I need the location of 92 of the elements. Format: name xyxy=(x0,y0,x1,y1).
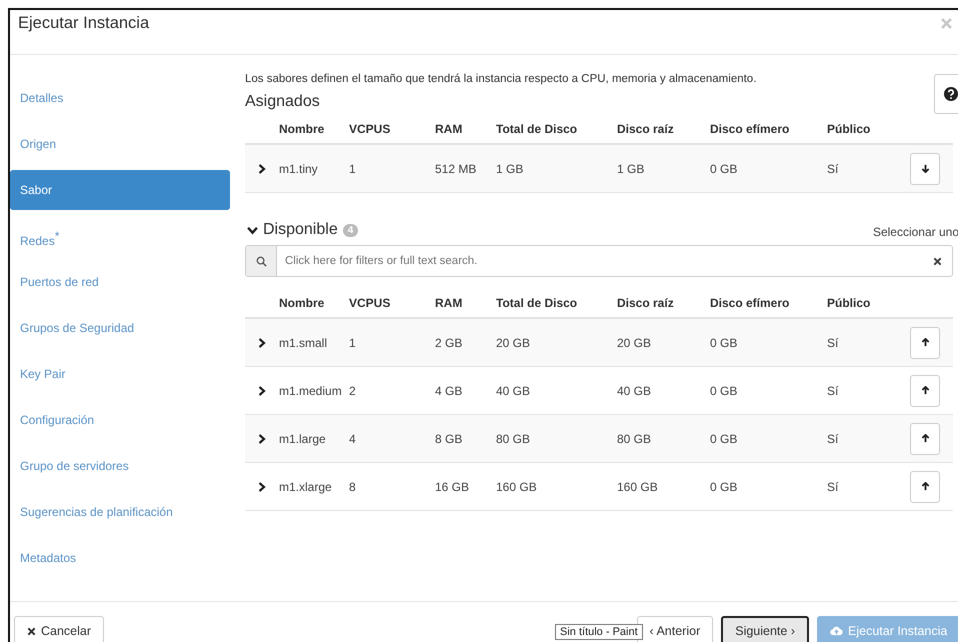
allocate-button[interactable] xyxy=(910,326,940,358)
arrow-up-icon xyxy=(920,386,930,395)
tooltip: Sin título - Paint xyxy=(555,624,643,640)
column-header: Público xyxy=(827,296,872,310)
table-cell-text: 4 GB xyxy=(435,384,464,398)
table-cell-text: 160 GB xyxy=(617,480,659,494)
table-cell-text: m1.tiny xyxy=(279,162,319,176)
search-icon xyxy=(256,256,266,266)
cloud-upload-icon xyxy=(830,626,843,636)
deallocate-button[interactable] xyxy=(910,152,940,184)
sidebar-item[interactable]: Metadatos xyxy=(10,538,230,578)
chevron-right-icon[interactable] xyxy=(258,386,266,396)
column-header: Público xyxy=(827,122,872,136)
table-cell-text: 1 GB xyxy=(496,162,524,176)
sidebar-item[interactable]: Grupos de Seguridad xyxy=(10,308,230,348)
next-button[interactable]: Siguiente › xyxy=(721,616,809,642)
arrow-up-icon xyxy=(920,338,930,347)
clear-icon[interactable] xyxy=(933,256,942,266)
table-cell-text: 1 xyxy=(349,336,357,350)
allocate-button[interactable] xyxy=(910,470,940,502)
table-cell-text: 512 MB xyxy=(435,162,478,176)
table-cell-text: m1.small xyxy=(279,336,328,350)
sidebar-item[interactable]: Configuración xyxy=(10,400,230,440)
table-cell-text: 4 xyxy=(349,432,357,446)
table-cell-text: Sí xyxy=(827,384,840,398)
table-cell-text: 0 GB xyxy=(710,432,738,446)
column-header: Disco efímero xyxy=(710,296,790,310)
table-cell-text: 20 GB xyxy=(496,336,532,350)
table-cell-text: 0 GB xyxy=(710,480,738,494)
help-icon xyxy=(944,86,958,102)
column-header: VCPUS xyxy=(349,122,392,136)
description-text: Los sabores definen el tamaño que tendrá la instancia respecto a CPU, memoria y almacenamiento. xyxy=(245,73,758,85)
sidebar-item[interactable]: Sabor xyxy=(10,170,230,210)
chevron-right-icon[interactable] xyxy=(258,482,266,492)
column-header: Disco raíz xyxy=(617,296,675,310)
table-cell-text: Sí xyxy=(827,432,840,446)
table-cell-text: 40 GB xyxy=(617,384,652,398)
column-header: Total de Disco xyxy=(496,296,578,310)
table-cell-text: 2 GB xyxy=(435,336,464,350)
table-cell-text: 1 GB xyxy=(617,162,646,176)
chevron-right-icon[interactable] xyxy=(258,338,266,348)
column-header: Disco efímero xyxy=(710,122,790,136)
help-button[interactable] xyxy=(934,74,958,114)
allocate-button[interactable] xyxy=(910,422,940,454)
sidebar-item[interactable]: Sugerencias de planificación xyxy=(10,492,230,532)
arrow-up-icon xyxy=(920,482,930,491)
table-cell-text: Sí xyxy=(827,480,840,494)
sidebar-item[interactable]: Grupo de servidores xyxy=(10,446,230,486)
table-cell-text: m1.xlarge xyxy=(279,480,333,494)
table-cell-text: 2 xyxy=(349,384,357,398)
table-cell-text: 16 GB xyxy=(435,480,470,494)
table-cell-text: 160 GB xyxy=(496,480,538,494)
table-cell-text: 0 GB xyxy=(710,162,738,176)
column-header: Disco raíz xyxy=(617,122,675,136)
arrow-down-icon xyxy=(920,164,930,173)
table-cell-text: 8 xyxy=(349,480,357,494)
table-cell-text: 80 GB xyxy=(496,432,532,446)
table-cell-text: Sí xyxy=(827,336,840,350)
dialog-title: Ejecutar Instancia xyxy=(18,14,150,33)
search-field[interactable]: Click here for filters or full text search. xyxy=(245,245,953,277)
chevron-right-icon[interactable] xyxy=(258,164,266,174)
table-cell-text: 8 GB xyxy=(435,432,464,446)
arrow-up-icon xyxy=(920,434,930,443)
section-title: Disponible xyxy=(263,221,338,239)
allocate-button[interactable] xyxy=(910,374,940,406)
close-icon xyxy=(27,626,36,636)
table-cell-text: 40 GB xyxy=(496,384,532,398)
count-badge: 4 xyxy=(342,224,358,236)
column-header: Nombre xyxy=(279,122,326,136)
search-input[interactable]: Click here for filters or full text search. xyxy=(277,254,933,268)
table-cell-text: 20 GB xyxy=(617,336,652,350)
table-cell-text: m1.medium xyxy=(279,384,343,398)
sidebar-item[interactable]: Puertos de red xyxy=(10,262,230,302)
table-cell-text: 0 GB xyxy=(710,336,738,350)
sidebar-item[interactable]: Key Pair xyxy=(10,354,230,394)
chevron-right-icon[interactable] xyxy=(258,434,266,444)
column-header: RAM xyxy=(435,296,464,310)
sidebar-item[interactable]: Origen xyxy=(10,124,230,164)
back-button[interactable]: ‹ Anterior xyxy=(636,616,714,642)
column-header: Total de Disco xyxy=(496,122,578,136)
table-cell-text: m1.large xyxy=(279,432,327,446)
chevron-down-icon[interactable] xyxy=(247,226,258,234)
column-header: RAM xyxy=(435,122,464,136)
table-cell-text: Sí xyxy=(827,162,840,176)
column-header: VCPUS xyxy=(349,296,392,310)
table-cell-text: 0 GB xyxy=(710,384,738,398)
cancel-button[interactable]: Cancelar xyxy=(14,616,104,642)
table-cell-text: 80 GB xyxy=(617,432,652,446)
column-header: Nombre xyxy=(279,296,326,310)
table-cell-text: 1 xyxy=(349,162,357,176)
sidebar-item[interactable]: Detalles xyxy=(10,78,230,118)
section-title: Asignados xyxy=(245,93,321,111)
